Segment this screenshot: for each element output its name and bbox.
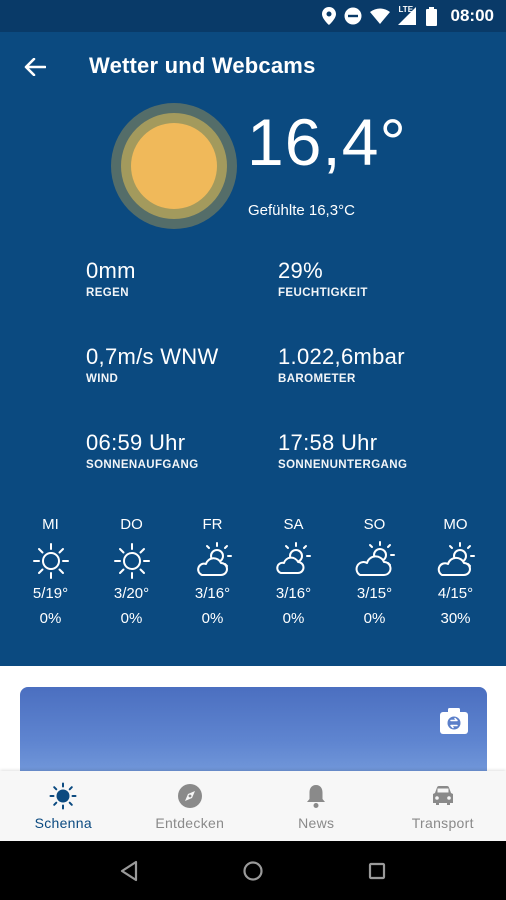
- system-nav-bar: [0, 841, 506, 900]
- forecast-temp: 3/15°: [356, 585, 393, 602]
- forecast-day-name: SO: [363, 516, 386, 533]
- humidity-label: FEUCHTIGKEIT: [278, 287, 368, 299]
- battery-icon: [425, 6, 437, 26]
- status-time: 08:00: [450, 6, 494, 25]
- nav-item-schenna[interactable]: Schenna: [0, 771, 127, 841]
- forecast-day: MO 4/15° 30%: [415, 516, 496, 627]
- compass-icon: [177, 783, 202, 808]
- forecast-temp: 4/15°: [437, 585, 474, 602]
- rain-label: REGEN: [86, 287, 129, 299]
- rain-value: 0mm: [86, 258, 136, 283]
- forecast-day: FR 3/16° 0%: [172, 516, 253, 627]
- forecast-precip: 0%: [120, 610, 143, 627]
- sun-icon: [113, 543, 150, 579]
- forecast-day-name: DO: [120, 516, 143, 533]
- humidity-stat: 29% FEUCHTIGKEIT: [278, 258, 368, 299]
- wind-stat: 0,7m/s WNW WIND: [86, 344, 219, 385]
- partly-cloudy-icon: [196, 542, 232, 576]
- do-not-disturb-icon: [344, 7, 362, 25]
- current-temperature: 16,4°: [247, 105, 407, 179]
- forecast-temp: 3/16°: [194, 585, 231, 602]
- forecast-temp: 5/19°: [32, 585, 69, 602]
- forecast-temp: 3/16°: [275, 585, 312, 602]
- forecast-precip: 0%: [201, 610, 224, 627]
- circle-home-icon: [243, 860, 263, 881]
- forecast-day-name: SA: [283, 516, 304, 533]
- arrow-left-icon: [24, 58, 46, 76]
- car-icon: [432, 785, 453, 805]
- partly-cloudy-icon: [355, 541, 395, 576]
- forecast-day: SA 3/16° 0%: [253, 516, 334, 627]
- system-recents-button[interactable]: [365, 859, 389, 883]
- partly-cloudy-icon: [275, 542, 311, 574]
- forecast-day-name: FR: [202, 516, 223, 533]
- nav-item-news[interactable]: News: [253, 771, 380, 841]
- sunrise-value: 06:59 Uhr: [86, 430, 186, 455]
- barometer-label: BAROMETER: [278, 373, 356, 385]
- rain-stat: 0mm REGEN: [86, 258, 136, 299]
- status-icons: LTE 08:00: [321, 5, 494, 26]
- forecast-day-name: MO: [443, 516, 468, 533]
- status-bar: LTE 08:00: [0, 0, 506, 32]
- system-back-button[interactable]: [117, 859, 141, 883]
- square-recents-icon: [368, 862, 386, 879]
- barometer-stat: 1.022,6mbar BAROMETER: [278, 344, 405, 385]
- triangle-back-icon: [120, 860, 138, 881]
- forecast-day: SO 3/15° 0%: [334, 516, 415, 627]
- sunrise-stat: 06:59 Uhr SONNENAUFGANG: [86, 430, 199, 471]
- back-button[interactable]: [18, 50, 52, 84]
- bell-icon: [307, 784, 326, 808]
- wind-label: WIND: [86, 373, 119, 385]
- sunset-stat: 17:58 Uhr SONNENUNTERGANG: [278, 430, 407, 471]
- weather-panel: Wetter und Webcams 16,4° Gefühlte 16,3°C…: [0, 32, 506, 666]
- forecast-temp: 3/20°: [113, 585, 150, 602]
- forecast-precip: 0%: [363, 610, 386, 627]
- system-home-button[interactable]: [241, 859, 265, 883]
- sunrise-label: SONNENAUFGANG: [86, 459, 199, 471]
- wind-value: 0,7m/s WNW: [86, 344, 219, 369]
- nav-item-transport[interactable]: Transport: [380, 771, 506, 841]
- signal-icon: LTE: [397, 5, 418, 25]
- sunset-label: SONNENUNTERGANG: [278, 459, 408, 471]
- sun-icon: [111, 103, 237, 229]
- forecast-precip: 30%: [440, 610, 471, 627]
- nav-label: Schenna: [34, 814, 92, 831]
- wifi-icon: [369, 8, 390, 24]
- page-title: Wetter und Webcams: [89, 53, 316, 78]
- sun-icon: [32, 543, 69, 579]
- forecast-row: MI 5/19° 0% DO 3/20° 0% FR 3/16° 0% SA 3…: [10, 516, 496, 627]
- nav-label: Transport: [411, 814, 474, 831]
- camera-icon[interactable]: [439, 707, 469, 735]
- location-icon: [321, 7, 336, 25]
- forecast-precip: 0%: [282, 610, 305, 627]
- partly-cloudy-icon: [437, 542, 475, 576]
- nav-item-entdecken[interactable]: Entdecken: [127, 771, 254, 841]
- forecast-precip: 0%: [39, 610, 62, 627]
- network-type: LTE: [398, 5, 414, 14]
- forecast-day: MI 5/19° 0%: [10, 516, 91, 627]
- forecast-day-name: MI: [42, 516, 59, 533]
- sun-icon: [49, 782, 77, 809]
- nav-label: Entdecken: [155, 814, 225, 831]
- forecast-day: DO 3/20° 0%: [91, 516, 172, 627]
- sunset-value: 17:58 Uhr: [278, 430, 378, 455]
- barometer-value: 1.022,6mbar: [278, 344, 405, 369]
- humidity-value: 29%: [278, 258, 323, 283]
- nav-label: News: [298, 814, 335, 831]
- felt-temperature: Gefühlte 16,3°C: [248, 202, 355, 219]
- bottom-nav: Schenna Entdecken News Transport: [0, 771, 506, 841]
